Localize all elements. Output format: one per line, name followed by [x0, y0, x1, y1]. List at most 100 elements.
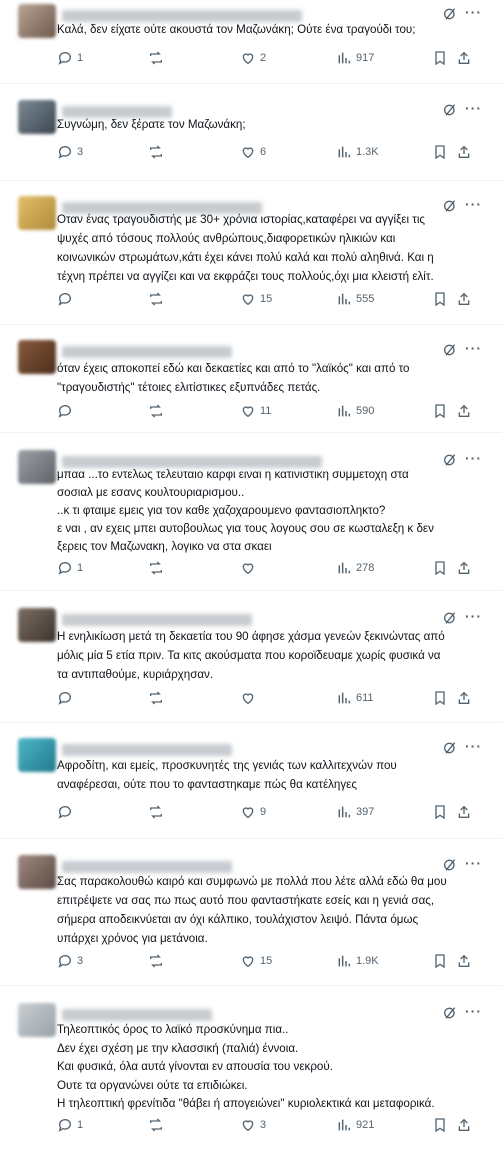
- more-icon[interactable]: ···: [465, 1003, 482, 1019]
- more-icon[interactable]: ···: [465, 100, 482, 116]
- repost-button[interactable]: [148, 50, 168, 66]
- avatar[interactable]: [18, 608, 56, 642]
- avatar[interactable]: [18, 738, 56, 772]
- repost-button[interactable]: [148, 560, 168, 576]
- reply-button[interactable]: 3: [57, 953, 83, 969]
- views-button[interactable]: 555: [336, 291, 374, 307]
- bookmark-button[interactable]: [432, 804, 452, 820]
- more-icon[interactable]: ···: [465, 855, 482, 871]
- bookmark-button[interactable]: [432, 291, 452, 307]
- like-button[interactable]: [240, 560, 260, 576]
- share-button[interactable]: [456, 953, 476, 969]
- reply-card[interactable]: ··· Συγνώμη, δεν ξέρατε τον Μαζωνάκη; 3 …: [0, 100, 502, 176]
- views-button[interactable]: 917: [336, 50, 374, 66]
- repost-button[interactable]: [148, 804, 168, 820]
- reply-button[interactable]: [57, 291, 77, 307]
- repost-button[interactable]: [148, 953, 168, 969]
- reply-button[interactable]: [57, 804, 77, 820]
- share-button[interactable]: [456, 690, 476, 706]
- like-button[interactable]: 9: [240, 804, 266, 820]
- repost-button[interactable]: [148, 1117, 168, 1133]
- avatar[interactable]: [18, 855, 56, 889]
- bookmark-button[interactable]: [432, 403, 452, 419]
- reply-count: 1: [77, 52, 84, 64]
- reply-card[interactable]: ··· Οταν ένας τραγουδιστής με 30+ χρόνια…: [0, 196, 502, 320]
- grok-icon[interactable]: [442, 610, 458, 626]
- grok-icon[interactable]: [442, 342, 458, 358]
- avatar[interactable]: [18, 100, 56, 134]
- views-button[interactable]: 921: [336, 1117, 374, 1133]
- like-button[interactable]: [240, 690, 260, 706]
- repost-button[interactable]: [148, 291, 168, 307]
- reply-button[interactable]: 1: [57, 50, 83, 66]
- reply-text-line: Τηλεοπτικός όρος το λαϊκό προσκύνημα πια…: [57, 1023, 289, 1036]
- reply-card[interactable]: ··· όταν έχεις αποκοπεί εδώ και δεκαετίε…: [0, 340, 502, 428]
- bookmark-button[interactable]: [432, 1117, 452, 1133]
- share-button[interactable]: [456, 50, 476, 66]
- bookmark-button[interactable]: [432, 560, 452, 576]
- reply-button[interactable]: [57, 690, 77, 706]
- grok-icon[interactable]: [442, 740, 458, 756]
- repost-button[interactable]: [148, 144, 168, 160]
- share-button[interactable]: [456, 560, 476, 576]
- reply-button[interactable]: 1: [57, 1117, 83, 1133]
- reply-button[interactable]: 1: [57, 560, 83, 576]
- reply-card[interactable]: ··· Αφροδίτη, και εμείς, προσκυνητές της…: [0, 738, 502, 834]
- like-button[interactable]: 15: [240, 291, 272, 307]
- repost-icon: [150, 561, 162, 575]
- more-icon[interactable]: ···: [465, 340, 482, 356]
- like-button[interactable]: 2: [240, 50, 266, 66]
- avatar[interactable]: [18, 196, 56, 230]
- reply-button[interactable]: [57, 403, 77, 419]
- reply-card[interactable]: ··· Τηλεοπτικός όρος το λαϊκό προσκύνημα…: [0, 1003, 502, 1149]
- grok-icon[interactable]: [442, 857, 458, 873]
- more-icon[interactable]: ···: [465, 450, 482, 466]
- avatar[interactable]: [18, 4, 56, 38]
- reply-text-line: Η τηλεοπτική φρενίτιδα "θάβει ή απογειών…: [57, 1097, 435, 1110]
- views-button[interactable]: 397: [336, 804, 374, 820]
- bookmark-button[interactable]: [432, 144, 452, 160]
- avatar[interactable]: [18, 1003, 56, 1037]
- views-button[interactable]: 611: [336, 690, 374, 706]
- views-button[interactable]: 278: [336, 560, 374, 576]
- reply-card[interactable]: ··· Η ενηλικίωση μετά τη δεκαετία του 90…: [0, 608, 502, 718]
- author-name-redacted: [62, 614, 252, 626]
- bookmark-button[interactable]: [432, 50, 452, 66]
- share-button[interactable]: [456, 1117, 476, 1133]
- share-button[interactable]: [456, 291, 476, 307]
- reply-button[interactable]: 3: [57, 144, 83, 160]
- views-button[interactable]: 1.3K: [336, 144, 379, 160]
- share-button[interactable]: [456, 804, 476, 820]
- like-button[interactable]: 11: [240, 403, 271, 419]
- more-icon[interactable]: ···: [465, 4, 482, 20]
- more-icon[interactable]: ···: [465, 608, 482, 624]
- avatar[interactable]: [18, 450, 56, 484]
- avatar[interactable]: [18, 340, 56, 374]
- views-icon: [338, 692, 351, 704]
- reply-count: 3: [77, 955, 84, 967]
- bookmark-icon: [435, 51, 445, 66]
- more-icon[interactable]: ···: [465, 738, 482, 754]
- grok-icon[interactable]: [442, 1005, 458, 1021]
- reply-text: Σας παρακολουθώ καιρό και συμφωνώ με πολ…: [57, 872, 486, 948]
- views-button[interactable]: 590: [336, 403, 374, 419]
- bookmark-button[interactable]: [432, 690, 452, 706]
- repost-button[interactable]: [148, 690, 168, 706]
- like-button[interactable]: 6: [240, 144, 266, 160]
- divider: [0, 83, 502, 84]
- like-button[interactable]: 15: [240, 953, 272, 969]
- share-button[interactable]: [456, 144, 476, 160]
- reply-text-line: Και φυσικά, όλα αυτά γίνονται εν απουσία…: [57, 1060, 333, 1073]
- divider: [0, 432, 502, 433]
- reply-card[interactable]: ··· Καλά, δεν είχατε ούτε ακουστά τον Μα…: [0, 4, 502, 80]
- reply-text-line: τα αντιπαθούμε, κυριάρχησαν.: [57, 668, 214, 681]
- heart-icon: [242, 807, 254, 819]
- repost-button[interactable]: [148, 403, 168, 419]
- bookmark-button[interactable]: [432, 953, 452, 969]
- reply-card[interactable]: ··· μπαα ...το εντελως τελευταιο καρφι ε…: [0, 450, 502, 586]
- views-icon: [338, 405, 351, 417]
- share-button[interactable]: [456, 403, 476, 419]
- views-button[interactable]: 1.9K: [336, 953, 379, 969]
- reply-card[interactable]: ··· Σας παρακολουθώ καιρό και συμφωνώ με…: [0, 855, 502, 981]
- like-button[interactable]: 3: [240, 1117, 266, 1133]
